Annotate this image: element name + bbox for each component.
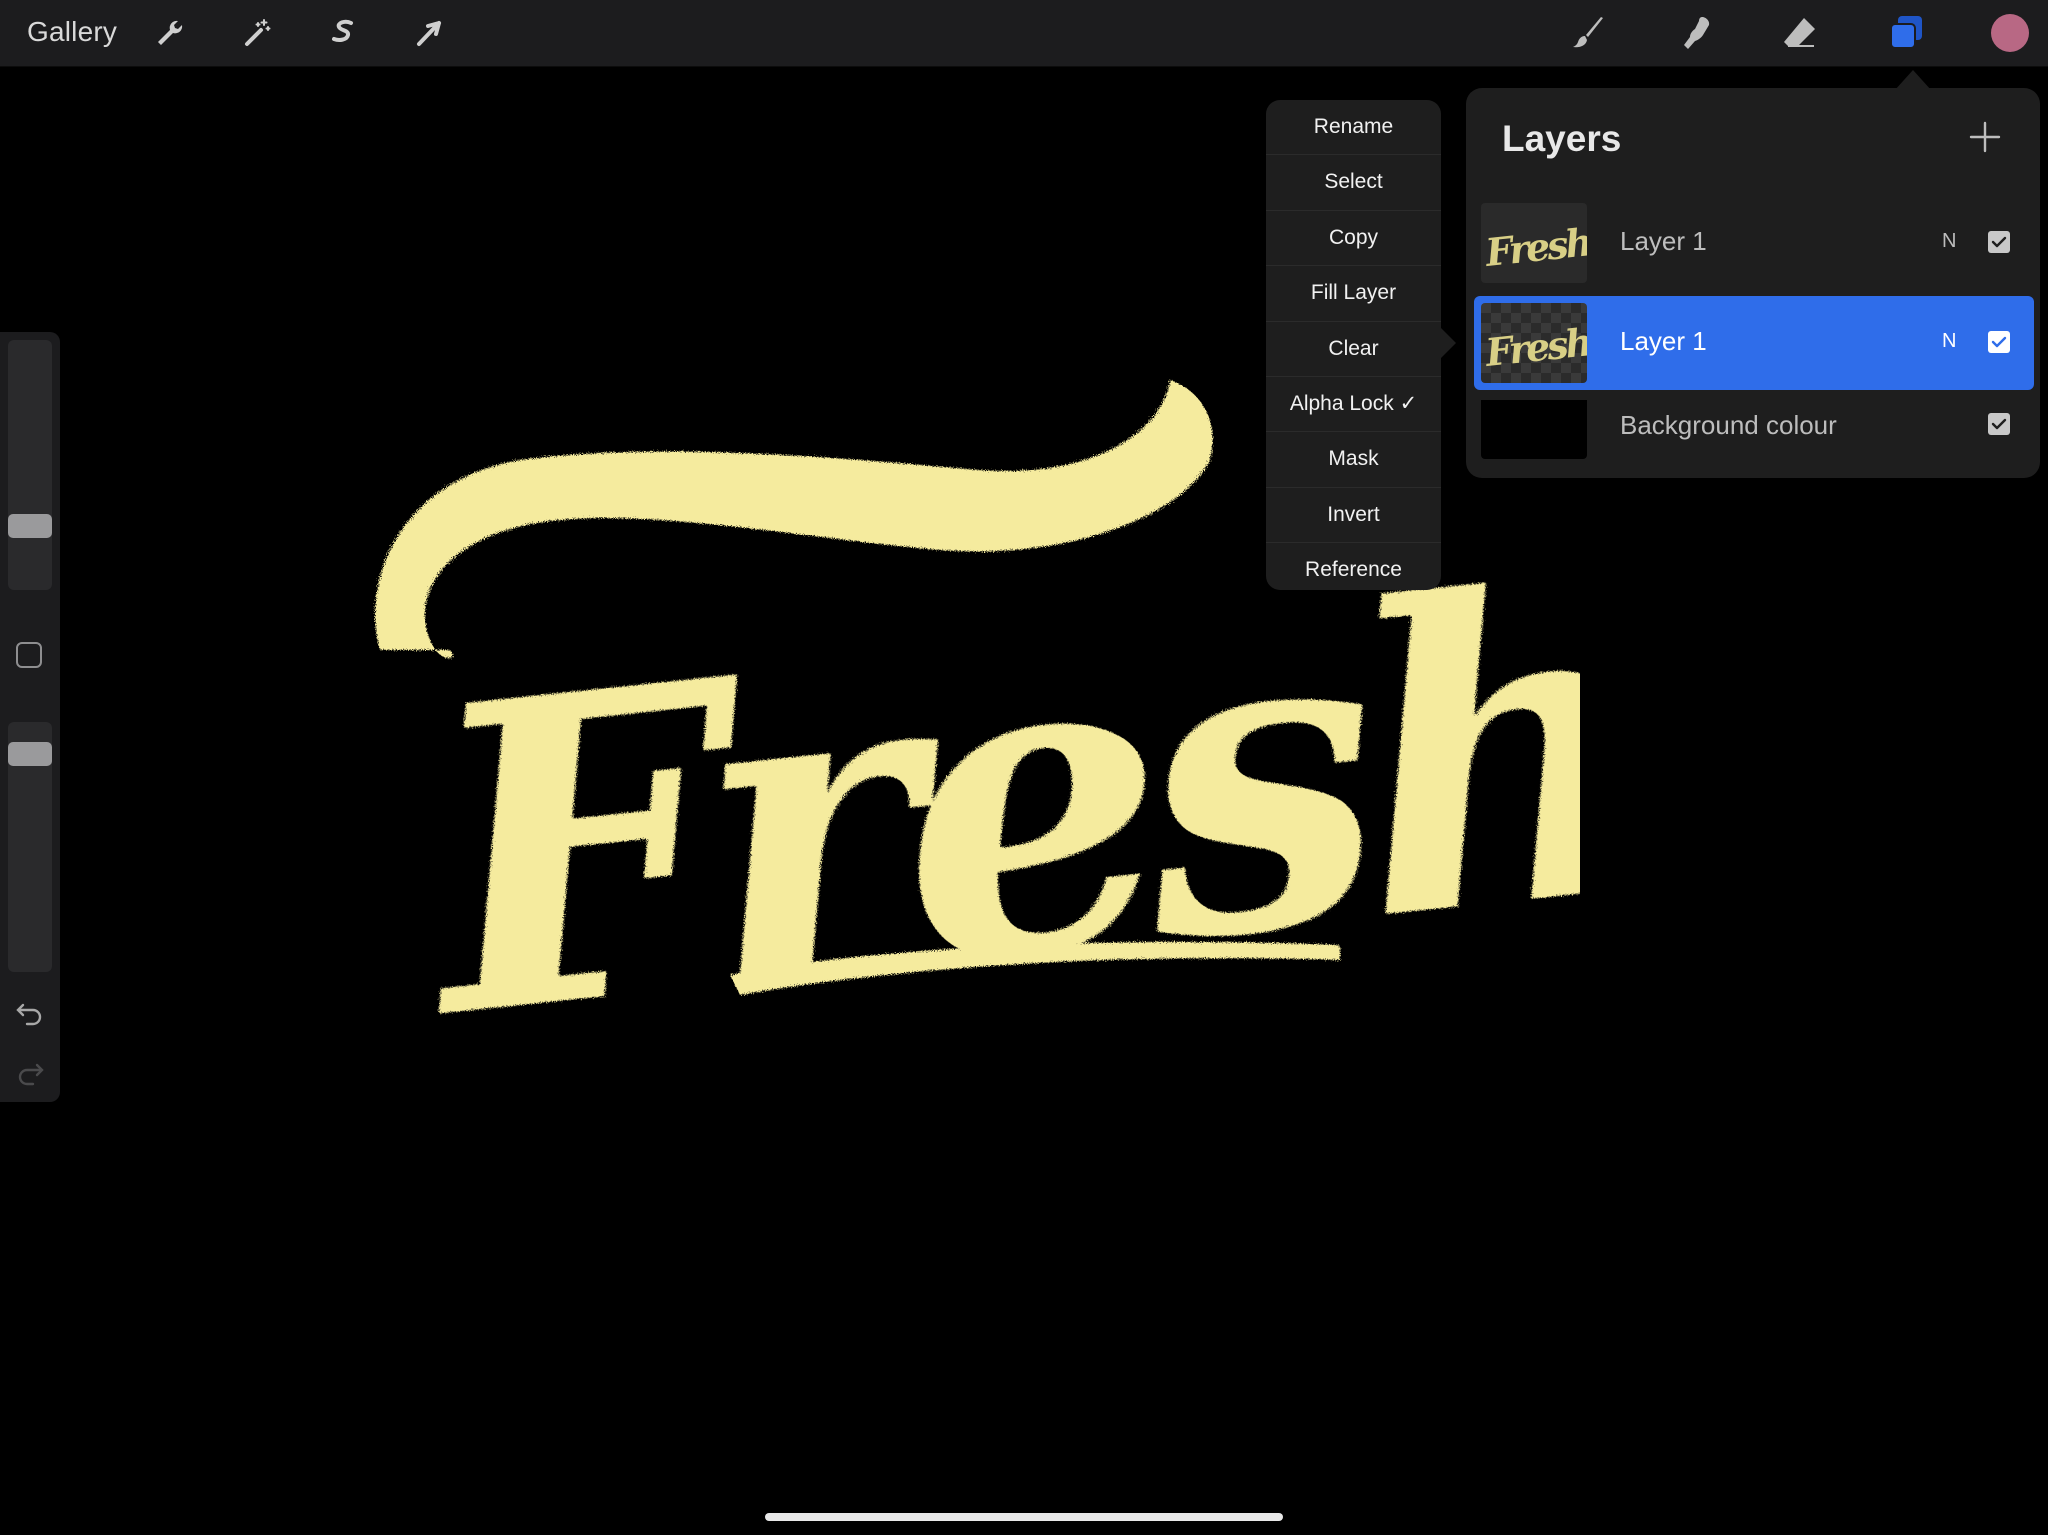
menu-item-fill-layer[interactable]: Fill Layer [1266,266,1441,322]
layer-row[interactable]: Fresh Layer 1 N [1474,196,2034,290]
undo-icon[interactable] [14,996,46,1028]
background-thumbnail [1481,393,1587,459]
brush-size-thumb[interactable] [8,514,52,538]
color-swatch[interactable] [1990,13,2030,53]
menu-item-mask[interactable]: Mask [1266,432,1441,488]
layers-icon[interactable] [1886,13,1926,53]
menu-item-clear[interactable]: Clear [1266,322,1441,377]
visibility-checkbox[interactable] [1988,413,2010,435]
menu-item-invert[interactable]: Invert [1266,488,1441,544]
layer-name: Layer 1 [1620,226,1707,256]
smudge-icon[interactable] [1676,13,1716,53]
menu-pointer [1440,327,1456,359]
brush-size-slider[interactable] [8,340,52,590]
menu-item-alpha-lock[interactable]: Alpha Lock ✓ [1266,377,1441,433]
layers-panel: Layers Fresh Layer 1 N Fresh Layer 1 N B… [1466,88,2040,478]
brush-icon[interactable] [1570,13,1610,53]
background-colour-row[interactable]: Background colour [1474,386,2034,480]
transform-arrow-icon[interactable] [409,13,449,53]
layer-row-selected[interactable]: Fresh Layer 1 N [1474,296,2034,390]
selection-s-icon[interactable] [323,13,363,53]
redo-icon[interactable] [14,1056,46,1088]
left-sidebar [0,332,60,1102]
top-toolbar: Gallery [0,0,2048,67]
layer-name: Layer 1 [1620,326,1707,356]
wrench-icon[interactable] [150,13,190,53]
opacity-thumb[interactable] [8,742,52,766]
home-indicator[interactable] [765,1513,1283,1521]
visibility-checkbox[interactable] [1988,331,2010,353]
menu-item-select[interactable]: Select [1266,155,1441,211]
visibility-checkbox[interactable] [1988,231,2010,253]
gallery-button[interactable]: Gallery [27,16,117,48]
menu-item-reference[interactable]: Reference [1266,543,1441,590]
layer-name: Background colour [1620,410,1837,440]
menu-item-rename[interactable]: Rename [1266,100,1441,156]
add-layer-icon[interactable] [1968,120,2002,154]
layer-thumbnail: Fresh [1481,203,1587,283]
panel-pointer [1895,70,1931,90]
magic-wand-icon[interactable] [237,13,277,53]
blend-mode-button[interactable]: N [1942,230,1956,253]
layer-thumbnail: Fresh [1481,303,1587,383]
modify-button[interactable] [16,642,42,668]
eraser-icon[interactable] [1780,13,1820,53]
blend-mode-button[interactable]: N [1942,330,1956,353]
menu-item-copy[interactable]: Copy [1266,211,1441,267]
layers-title: Layers [1502,118,1622,159]
layer-options-menu: Rename Select Copy Fill Layer Clear Alph… [1266,100,1441,590]
